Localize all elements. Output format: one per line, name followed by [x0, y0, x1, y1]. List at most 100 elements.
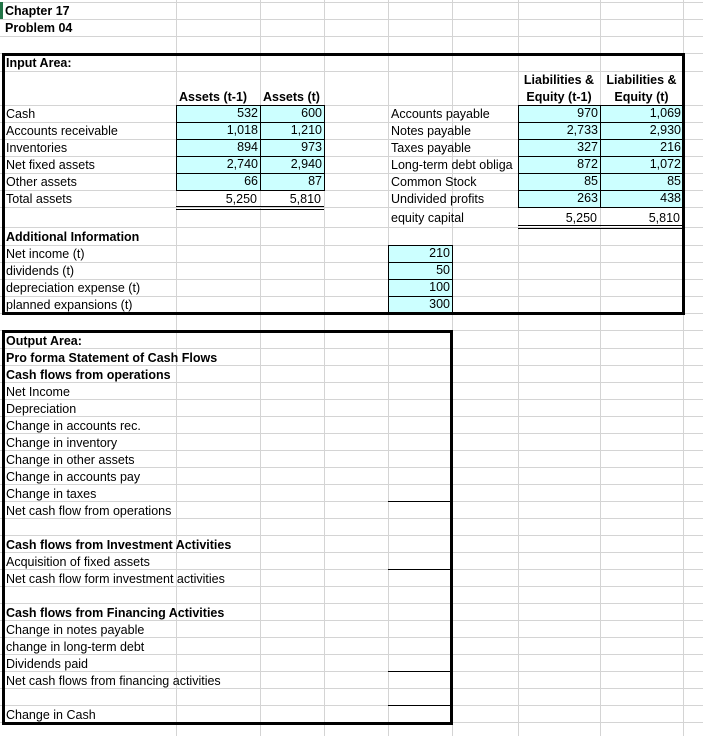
gridline [0, 705, 703, 706]
liability-input-t-minus-1[interactable]: 872 [518, 156, 601, 174]
financing-item-value[interactable] [388, 621, 452, 638]
asset-input-t[interactable]: 973 [260, 139, 325, 157]
additional-info-input[interactable]: 210 [388, 245, 453, 263]
gridline [0, 722, 703, 723]
liab-header-t-minus-1-line1: Liabilities & [523, 73, 595, 87]
liability-label: Common Stock [391, 175, 477, 189]
double-underline [518, 225, 683, 229]
net-cash-operations-value[interactable] [388, 502, 452, 519]
operations-item-value[interactable] [388, 434, 452, 451]
liability-label: Undivided profits [391, 192, 485, 206]
operations-item-label: Change in other assets [6, 453, 135, 467]
financing-item-value[interactable] [388, 638, 452, 655]
financing-item-label: Change in notes payable [6, 623, 145, 637]
liability-input-t[interactable]: 1,069 [600, 105, 684, 123]
liability-input-t[interactable]: 2,930 [600, 122, 684, 140]
asset-input-t-minus-1[interactable]: 2,740 [176, 156, 261, 174]
chapter-title: Chapter 17 [5, 4, 70, 18]
total-assets-t-minus-1[interactable]: 5,250 [176, 191, 260, 207]
spreadsheet-grid[interactable]: Chapter 17 Problem 04 Input Area: Assets… [0, 0, 703, 736]
change-in-cash-value[interactable] [388, 706, 452, 723]
additional-info-input[interactable]: 100 [388, 279, 453, 297]
net-cash-investment-value[interactable] [388, 570, 452, 587]
gridline [0, 53, 703, 54]
output-area-label: Output Area: [6, 334, 82, 348]
net-cash-investment-label: Net cash flow form investment activities [6, 572, 225, 586]
gridline [0, 535, 703, 536]
additional-info-input[interactable]: 50 [388, 262, 453, 280]
liability-label: Long-term debt obliga [391, 158, 513, 172]
acquisition-fixed-assets-label: Acquisition of fixed assets [6, 555, 150, 569]
statement-title: Pro forma Statement of Cash Flows [6, 351, 218, 365]
operations-item-value[interactable] [388, 451, 452, 468]
liab-header-t-minus-1-line2: Equity (t-1) [526, 90, 592, 104]
liability-input-t[interactable]: 85 [600, 173, 684, 191]
liability-input-t[interactable]: 1,072 [600, 156, 684, 174]
liability-input-t-minus-1[interactable]: 263 [518, 190, 601, 208]
asset-label: Other assets [6, 175, 77, 189]
liability-input-t-minus-1[interactable]: 85 [518, 173, 601, 191]
liability-input-t-minus-1[interactable]: 327 [518, 139, 601, 157]
liab-header-t-line2: Equity (t) [614, 90, 669, 104]
net-cash-financing-value[interactable] [388, 672, 452, 689]
financing-item-label: change in long-term debt [6, 640, 145, 654]
operations-item-value[interactable] [388, 417, 452, 434]
operations-item-label: Net Income [6, 385, 70, 399]
liability-input-t-minus-1[interactable]: 2,733 [518, 122, 601, 140]
operations-item-label: Change in inventory [6, 436, 118, 450]
additional-info-label: depreciation expense (t) [6, 281, 141, 295]
gridline [0, 2, 703, 3]
asset-label: Accounts receivable [6, 124, 118, 138]
asset-input-t[interactable]: 1,210 [260, 122, 325, 140]
asset-input-t[interactable]: 600 [260, 105, 325, 123]
asset-input-t-minus-1[interactable]: 66 [176, 173, 261, 191]
liability-input-t[interactable]: 216 [600, 139, 684, 157]
gridline [0, 348, 703, 349]
gridline [0, 330, 703, 331]
net-cash-operations-label: Net cash flow from operations [6, 504, 172, 518]
liability-input-t-minus-1[interactable]: 970 [518, 105, 601, 123]
asset-label: Cash [6, 107, 36, 121]
gridline [0, 313, 703, 314]
liability-label: Taxes payable [391, 141, 471, 155]
liability-label: Accounts payable [391, 107, 490, 121]
assets-header-t-minus-1: Assets (t-1) [179, 90, 248, 104]
operations-item-value[interactable] [388, 400, 452, 417]
financing-item-label: Dividends paid [6, 657, 88, 671]
asset-input-t-minus-1[interactable]: 894 [176, 139, 261, 157]
gridline [0, 399, 703, 400]
operations-heading: Cash flows from operations [6, 368, 171, 382]
asset-input-t-minus-1[interactable]: 532 [176, 105, 261, 123]
subtotal-line [388, 705, 452, 706]
financing-item-value[interactable] [388, 655, 452, 672]
assets-header-t: Assets (t) [263, 90, 320, 104]
gridline [0, 36, 703, 37]
subtotal-line [388, 671, 452, 672]
double-underline [176, 206, 324, 210]
operations-item-label: Depreciation [6, 402, 77, 416]
additional-info-input[interactable]: 300 [388, 296, 453, 314]
asset-label: Inventories [6, 141, 68, 155]
operations-item-value[interactable] [388, 485, 452, 502]
gridline [0, 501, 703, 502]
subtotal-line [388, 501, 452, 502]
liability-input-t[interactable]: 438 [600, 190, 684, 208]
asset-input-t-minus-1[interactable]: 1,018 [176, 122, 261, 140]
operations-item-value[interactable] [388, 468, 452, 485]
liability-label: Notes payable [391, 124, 471, 138]
equity-capital-t[interactable]: 5,810 [600, 210, 683, 226]
total-assets-label: Total assets [6, 192, 73, 206]
gridline [0, 262, 703, 263]
operations-item-value[interactable] [388, 383, 452, 400]
input-area-label: Input Area: [6, 56, 72, 70]
total-assets-t[interactable]: 5,810 [260, 191, 324, 207]
equity-capital-t-minus-1[interactable]: 5,250 [518, 210, 600, 226]
additional-info-label: dividends (t) [6, 264, 75, 278]
asset-input-t[interactable]: 2,940 [260, 156, 325, 174]
additional-info-label: Net income (t) [6, 247, 85, 261]
gridline [0, 603, 703, 604]
additional-info-heading: Additional Information [6, 230, 140, 244]
asset-input-t[interactable]: 87 [260, 173, 325, 191]
gridline [0, 416, 703, 417]
problem-title: Problem 04 [5, 21, 73, 35]
